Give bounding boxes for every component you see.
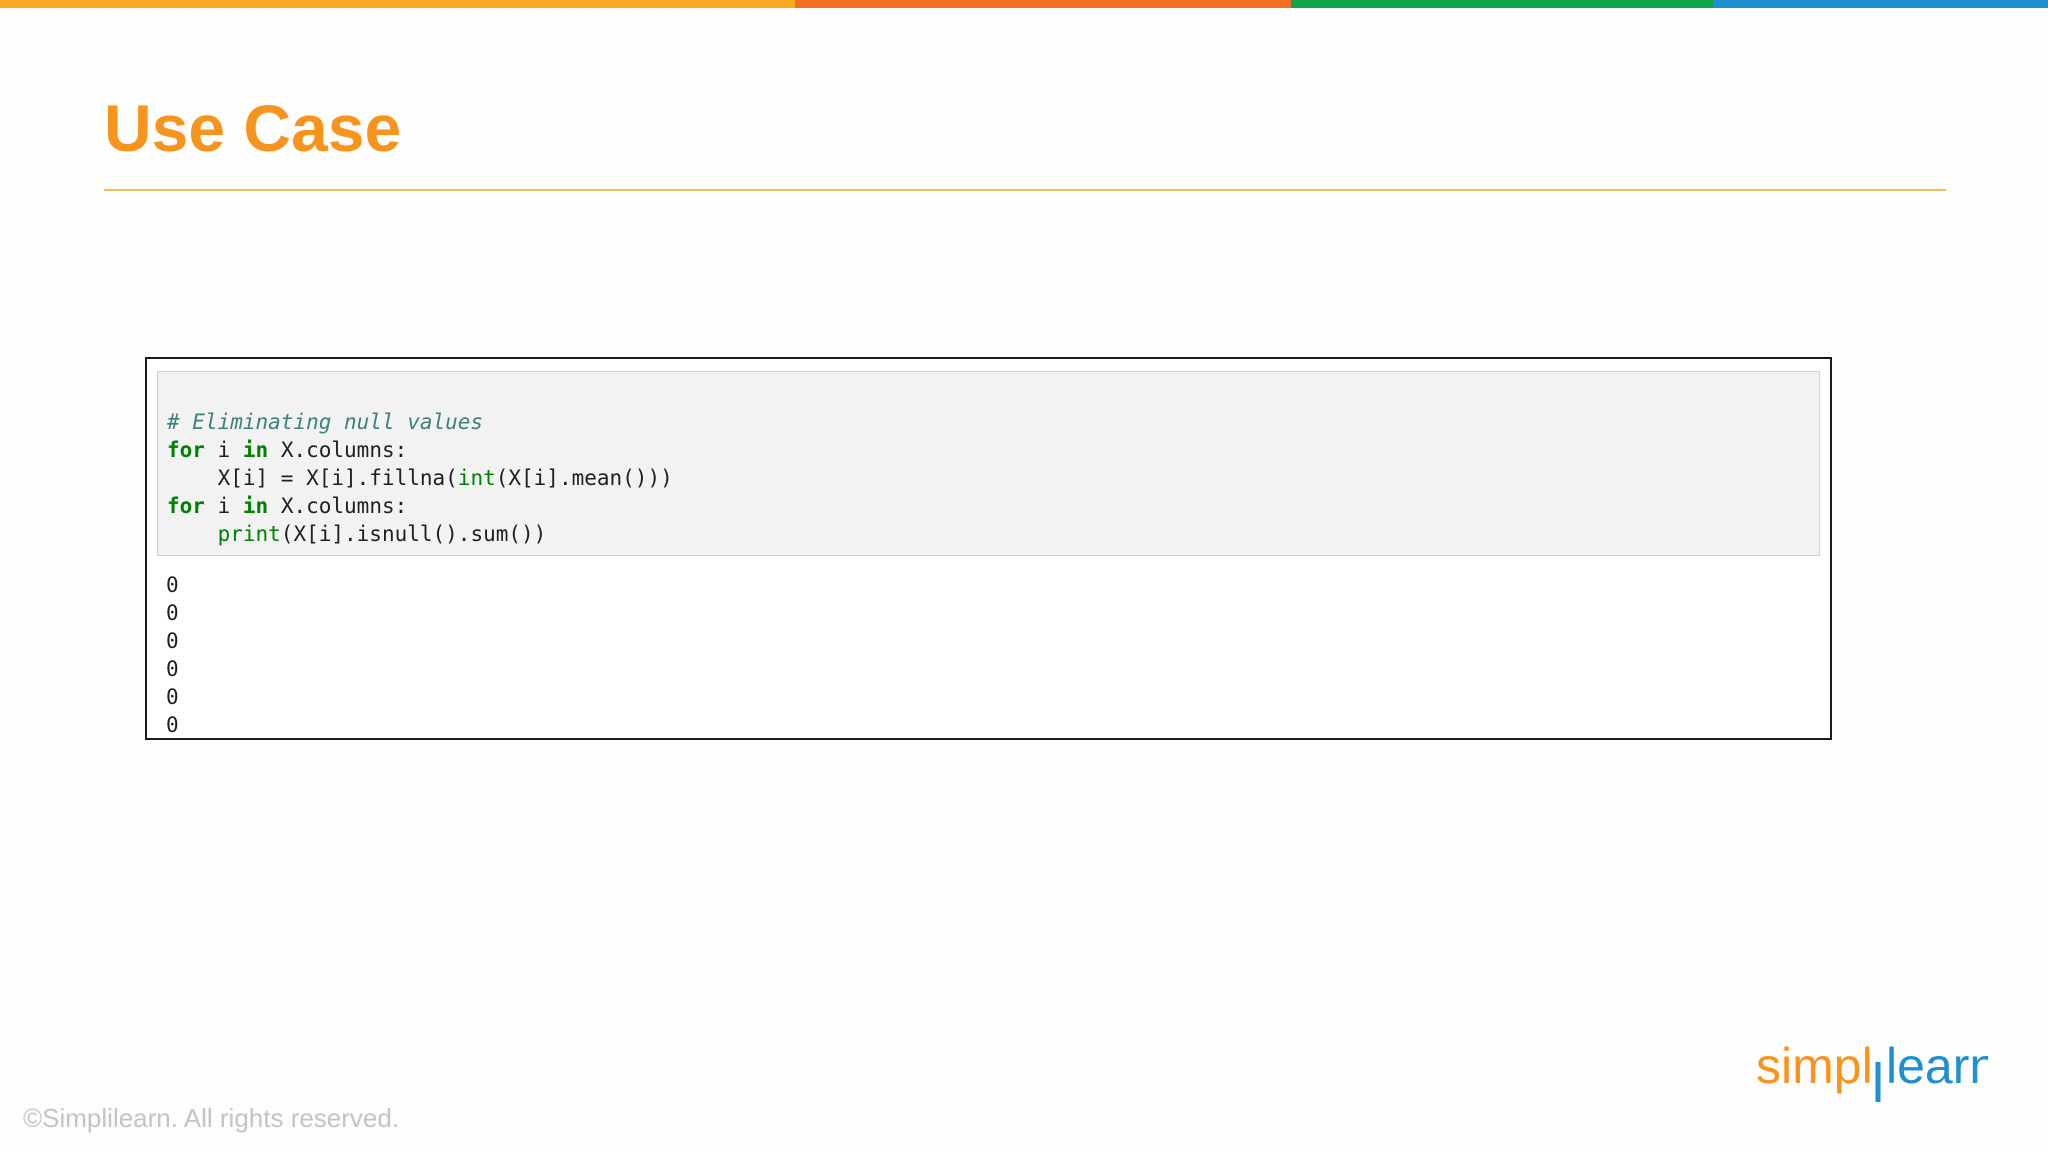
output-line: 0 [166, 685, 179, 709]
top-bar-segment-blue [1713, 0, 2048, 8]
code-line: # Eliminating null values [167, 408, 1819, 436]
code-text: i [204, 438, 243, 462]
code-builtin: int [457, 466, 496, 490]
code-builtin: print [217, 522, 281, 546]
code-keyword: in [242, 494, 269, 518]
title-divider [104, 189, 1946, 191]
top-bar-segment-green [1291, 0, 1713, 8]
code-text: (X[i].isnull().sum()) [280, 522, 547, 546]
svg-text:simpl: simpl [1756, 1038, 1873, 1094]
slide-title: Use Case [104, 91, 402, 165]
top-bar-segment-orange [795, 0, 1291, 8]
code-text: (X[i].mean())) [495, 466, 673, 490]
code-comment: # Eliminating null values [167, 410, 484, 434]
code-keyword: for [167, 494, 205, 518]
code-keyword: in [242, 438, 269, 462]
svg-text:learn: learn [1886, 1038, 1988, 1094]
notebook-screenshot-frame: # Eliminating null values for i in X.col… [145, 357, 1832, 740]
code-line: X[i] = X[i].fillna(int(X[i].mean())) [167, 464, 1819, 492]
code-text: X[i] = X[i].fillna( [167, 466, 458, 490]
code-text: X.columns: [268, 438, 408, 462]
code-line: print(X[i].isnull().sum()) [167, 520, 1819, 548]
output-line: 0 [166, 657, 179, 681]
top-bar-segment-yellow [0, 0, 795, 8]
output-line: 0 [166, 573, 179, 597]
top-color-bar [0, 0, 2048, 8]
code-line: for i in X.columns: [167, 492, 1819, 520]
code-text: X.columns: [268, 494, 408, 518]
code-line: for i in X.columns: [167, 436, 1819, 464]
copyright-notice: ©Simplilearn. All rights reserved. [23, 1103, 400, 1133]
code-cell: # Eliminating null values for i in X.col… [157, 371, 1820, 556]
output-line: 0 [166, 629, 179, 653]
code-text: i [204, 494, 243, 518]
output-line: 0 [166, 601, 179, 625]
cell-output: 0 0 0 0 0 0 [166, 571, 179, 739]
code-keyword: for [167, 438, 205, 462]
output-line: 0 [166, 713, 179, 737]
simplilearn-logo: simpl learn [1756, 1038, 1988, 1102]
